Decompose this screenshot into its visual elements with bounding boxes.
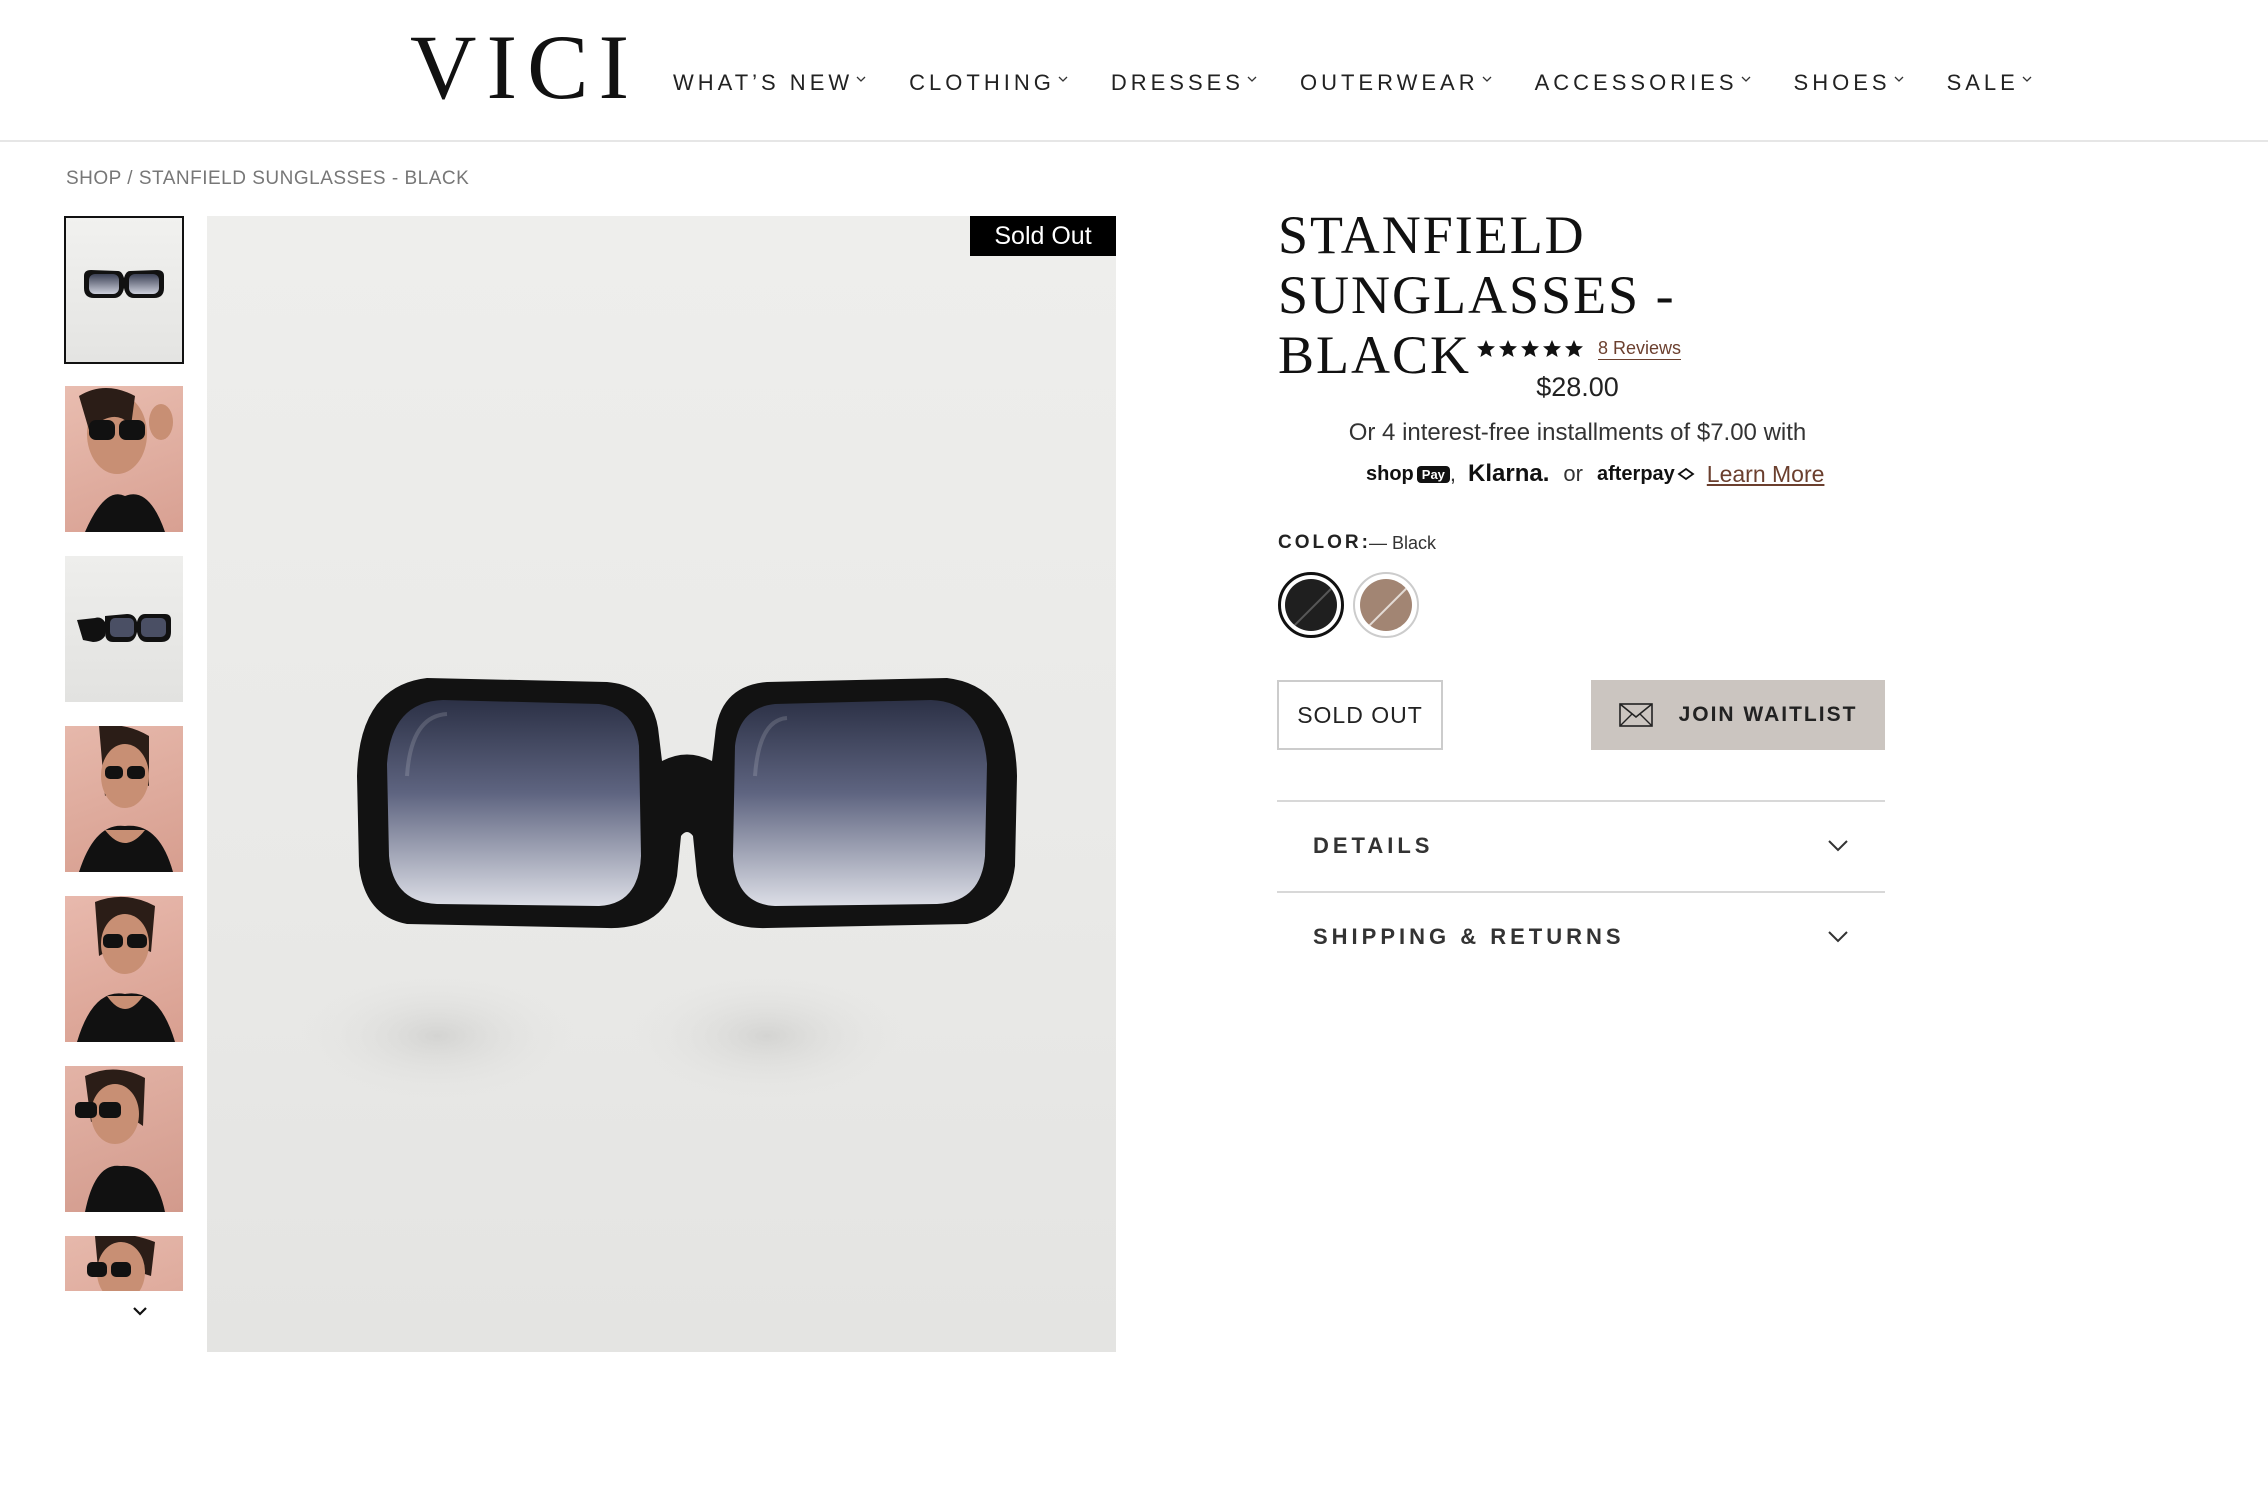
color-value: — Black [1369,533,1437,553]
shipping-returns-label: SHIPPING & RETURNS [1313,924,1625,949]
nav-label: DRESSES [1110,70,1244,95]
rating-stars [1476,339,1584,359]
shop-pay-box: Pay [1416,465,1450,483]
join-waitlist-label: JOIN WAITLIST [1678,703,1858,726]
chevron-down-icon [1828,840,1848,852]
thumbnail-list [64,216,184,1291]
nav-label: SALE [1946,70,2019,95]
nav-label: CLOTHING [909,70,1055,95]
join-waitlist-button[interactable]: JOIN WAITLIST [1591,680,1885,750]
nav-item-clothing[interactable]: CLOTHING [909,70,1069,96]
klarna-logo: Klarna. [1468,460,1550,487]
chevron-down-icon [1741,76,1750,82]
nav-label: ACCESSORIES [1534,70,1738,95]
details-label: DETAILS [1313,833,1434,858]
swatch-black-fill [1285,579,1337,631]
chevron-down-icon [1058,76,1068,82]
star-icon [1499,340,1517,357]
star-icon [1477,340,1495,357]
nav-label: OUTERWEAR [1299,70,1479,95]
afterpay-logo: afterpay [1596,462,1675,485]
details-accordion[interactable]: DETAILS [1277,800,1885,890]
thumbnail-model[interactable] [65,1236,183,1291]
product-sunglasses-side-thumbnail [77,614,171,642]
payment-or: or [1563,461,1583,486]
model-photo-thumbnail [79,388,173,532]
nav-item-dresses[interactable]: DRESSES [1111,70,1258,96]
thumbnail-model[interactable] [65,896,183,1042]
star-icon [1543,340,1561,357]
thumbnail-model[interactable] [65,1066,183,1212]
model-photo-thumbnail [87,1236,155,1291]
product-title-line-2: SUNGLASSES - BLACK [1278,265,1676,385]
model-photo-thumbnail [77,896,175,1042]
installments-text: Or 4 interest-free installments of $7.00… [1348,419,1807,446]
breadcrumb-current: STANFIELD SUNGLASSES - BLACK [138,168,470,189]
shop-pay-logo: shop Pay [1366,463,1450,486]
chevron-down-icon [1894,76,1904,82]
shop-pay-text: shop [1366,462,1414,485]
star-icon [1521,340,1539,357]
site-logo[interactable]: VICI [410,12,639,122]
breadcrumb-shop-link[interactable]: SHOP [66,168,122,189]
main-nav: WHAT’S NEW CLOTHING DRESSES OUTERWEAR AC… [673,70,2075,96]
color-label: COLOR: [1278,532,1371,553]
nav-label: WHAT’S NEW [673,70,854,95]
shipping-returns-accordion[interactable]: SHIPPING & RETURNS [1277,891,1885,981]
afterpay-arrows-icon [1677,467,1695,481]
thumbnail-model[interactable] [65,386,183,532]
color-swatch-black[interactable] [1278,572,1344,638]
nav-item-whats-new[interactable]: WHAT’S NEW [673,70,867,96]
chevron-down-icon [1828,931,1848,943]
main-product-image[interactable] [207,216,1116,1352]
product-sunglasses-thumbnail [84,270,164,298]
nav-label: SHOES [1793,70,1891,95]
product-price: $28.00 [1536,372,1619,402]
sold-out-button[interactable]: SOLD OUT [1277,680,1443,750]
thumbnail-product-side[interactable] [65,556,183,702]
nav-item-accessories[interactable]: ACCESSORIES [1535,70,1752,96]
payment-comma: , [1449,461,1457,486]
breadcrumb: SHOP / STANFIELD SUNGLASSES - BLACK [66,168,469,190]
swatch-tan-fill [1360,579,1412,631]
model-photo-thumbnail [79,726,173,872]
chevron-down-icon [856,76,866,82]
product-sunglasses-image [287,678,1017,1106]
nav-item-shoes[interactable]: SHOES [1794,70,1905,96]
star-icon [1565,340,1583,357]
product-title-line-1: STANFIELD [1278,205,1586,265]
envelope-icon [1618,703,1653,727]
breadcrumb-separator: / [121,168,139,189]
chevron-down-icon [2022,76,2032,82]
sold-out-badge: Sold Out [970,216,1116,256]
thumbnail-product[interactable] [64,216,184,364]
nav-item-sale[interactable]: SALE [1947,70,2033,96]
chevron-down-icon [1482,76,1492,82]
model-photo-thumbnail [75,1069,165,1212]
reviews-link[interactable]: 8 Reviews [1598,338,1682,360]
payment-providers: shop Pay , Klarna. or afterpay Learn Mor… [1366,460,1824,488]
learn-more-link[interactable]: Learn More [1707,461,1825,488]
thumbnail-model[interactable] [65,726,183,872]
chevron-down-icon [1247,76,1257,82]
color-swatch-tan[interactable] [1353,572,1419,638]
site-header: VICI WHAT’S NEW CLOTHING DRESSES OUTERWE… [0,0,2268,142]
product-rating: 8 Reviews [1476,338,1682,360]
thumbnails-scroll-down-icon[interactable] [124,1300,156,1324]
nav-item-outerwear[interactable]: OUTERWEAR [1300,70,1493,96]
